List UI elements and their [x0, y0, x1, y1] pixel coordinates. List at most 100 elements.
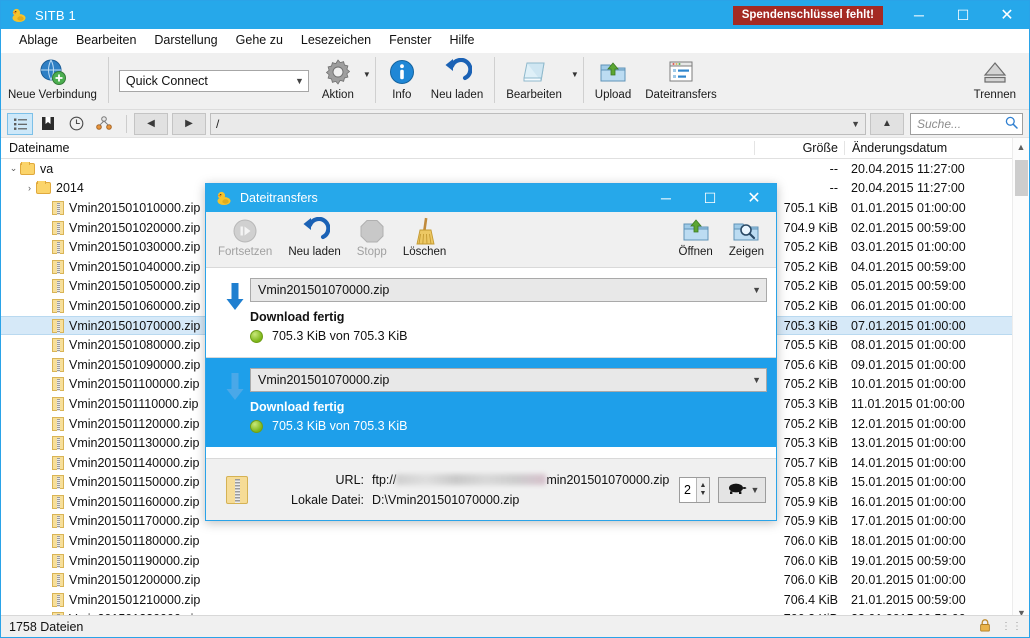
- resize-grip[interactable]: ⋮⋮: [1001, 621, 1023, 632]
- transfer-item[interactable]: Vmin201501070000.zip ▼ Download fertig 705.…: [206, 358, 776, 447]
- reload-label: Neu laden: [430, 89, 484, 101]
- zip-file-icon: [52, 338, 64, 353]
- transfer-status-label: Download fertig: [250, 400, 345, 414]
- column-header-name[interactable]: Dateiname: [1, 141, 754, 155]
- file-date-cell: 19.01.2015 00:59:00: [851, 553, 966, 568]
- column-header-size[interactable]: Größe: [754, 141, 844, 155]
- file-date-cell: 04.01.2015 00:59:00: [851, 259, 966, 274]
- detail-local-value: D:\Vmin201501070000.zip: [372, 492, 520, 507]
- connections-value: 2: [684, 482, 691, 497]
- transfers-minimize-button[interactable]: ─: [644, 184, 688, 212]
- edit-dropdown-arrow[interactable]: ▼: [571, 70, 579, 93]
- search-box[interactable]: Suche...: [910, 112, 1023, 135]
- reload-button[interactable]: Neu laden: [424, 53, 490, 109]
- path-field[interactable]: / ▼: [210, 112, 866, 135]
- scroll-up-arrow[interactable]: ▲: [1013, 138, 1029, 155]
- path-value: /: [216, 116, 220, 131]
- column-headers: Dateiname Größe Änderungsdatum: [1, 138, 1029, 159]
- transfers-label: Dateitransfers: [645, 89, 717, 101]
- back-button[interactable]: ◀: [134, 112, 168, 135]
- info-button[interactable]: Info: [380, 53, 424, 109]
- main-toolbar: Neue Verbindung Quick Connect ▼ Aktion ▼: [1, 53, 1029, 110]
- stepper-up-icon[interactable]: ▲: [700, 482, 707, 490]
- download-arrow-icon: [220, 278, 250, 357]
- detail-url-suffix: min201501070000.zip: [546, 472, 670, 487]
- action-dropdown-arrow[interactable]: ▼: [363, 70, 371, 93]
- disconnect-button[interactable]: Trennen: [967, 53, 1023, 109]
- file-size-cell: 706.4 KiB: [783, 592, 838, 607]
- transfers-reload-button[interactable]: Neu laden: [280, 212, 348, 258]
- transfers-button[interactable]: Dateitransfers: [638, 53, 724, 109]
- menu-hilfe[interactable]: Hilfe: [441, 31, 484, 50]
- file-date-cell: 11.01.2015 01:00:00: [851, 396, 965, 411]
- bandwidth-throttle-button[interactable]: ▼: [718, 476, 766, 503]
- resume-label: Fortsetzen: [218, 246, 273, 258]
- menu-darstellung[interactable]: Darstellung: [145, 31, 226, 50]
- scrollbar-thumb[interactable]: [1015, 160, 1028, 196]
- status-dot-icon: [250, 329, 263, 343]
- search-icon[interactable]: [1005, 116, 1018, 132]
- new-connection-button[interactable]: Neue Verbindung: [1, 53, 104, 109]
- column-header-date[interactable]: Änderungsdatum: [844, 141, 1012, 155]
- transfer-progress-label: 705.3 KiB von 705.3 KiB: [272, 329, 408, 343]
- detail-url-redacted: redacted: [396, 474, 547, 485]
- edit-button[interactable]: Bearbeiten: [499, 53, 569, 109]
- outline-view-icon[interactable]: [7, 112, 33, 135]
- table-row[interactable]: Vmin201501180000.zip 706.0 KiB 18.01.2015 …: [1, 531, 1029, 551]
- forward-button[interactable]: ▶: [172, 112, 206, 135]
- expand-toggle-icon[interactable]: ›: [23, 183, 36, 193]
- resume-button[interactable]: Fortsetzen: [210, 212, 280, 258]
- zip-file-icon: [52, 573, 64, 588]
- clear-button[interactable]: Löschen: [395, 212, 454, 258]
- donation-key-badge[interactable]: Spendenschlüssel fehlt!: [732, 5, 883, 25]
- transfers-close-button[interactable]: ✕: [732, 184, 776, 212]
- stepper-arrows[interactable]: ▲ ▼: [696, 477, 709, 502]
- menu-ablage[interactable]: Ablage: [10, 31, 67, 50]
- file-name-label: va: [40, 161, 54, 176]
- bookmarks-icon[interactable]: [35, 113, 61, 135]
- quick-connect-wrap: Quick Connect ▼: [113, 53, 315, 109]
- action-button[interactable]: Aktion: [315, 53, 361, 109]
- open-button[interactable]: Öffnen: [671, 212, 721, 258]
- reload-arrow-icon: [442, 56, 472, 88]
- table-row[interactable]: Vmin201501200000.zip 706.0 KiB 20.01.2015 …: [1, 570, 1029, 590]
- edit-label: Bearbeiten: [506, 89, 562, 101]
- chevron-down-icon[interactable]: ▼: [752, 375, 761, 385]
- minimize-button[interactable]: ─: [897, 1, 941, 29]
- parent-directory-button[interactable]: ▲: [870, 112, 904, 135]
- file-name-label: Vmin201501210000.zip: [69, 592, 201, 607]
- transfer-file-combo[interactable]: Vmin201501070000.zip ▼: [250, 368, 767, 392]
- zip-file-icon: [52, 494, 64, 509]
- quick-connect-input[interactable]: Quick Connect ▼: [118, 70, 309, 92]
- lock-icon[interactable]: [979, 618, 991, 635]
- detail-local-row: Lokale Datei: D:\Vmin201501070000.zip: [260, 490, 679, 510]
- maximize-button[interactable]: ☐: [941, 1, 985, 29]
- chevron-down-icon[interactable]: ▼: [752, 285, 761, 295]
- menu-bearbeiten[interactable]: Bearbeiten: [67, 31, 145, 50]
- detail-url-label: URL:: [335, 472, 364, 487]
- menu-lesezeichen[interactable]: Lesezeichen: [292, 31, 380, 50]
- connections-share-icon[interactable]: [91, 113, 117, 135]
- transfer-list[interactable]: Vmin201501070000.zip ▼ Download fertig 705.…: [206, 268, 776, 458]
- chevron-down-icon[interactable]: ▼: [295, 76, 304, 86]
- stop-button[interactable]: Stopp: [349, 212, 395, 258]
- table-row[interactable]: ⌄ va -- 20.04.2015 11:27:00: [1, 159, 1029, 179]
- menu-fenster[interactable]: Fenster: [380, 31, 440, 50]
- transfer-item[interactable]: Vmin201501070000.zip ▼ Download fertig 705.…: [206, 268, 776, 357]
- path-chevron-down-icon[interactable]: ▼: [851, 119, 860, 129]
- menu-gehe-zu[interactable]: Gehe zu: [227, 31, 292, 50]
- stepper-down-icon[interactable]: ▼: [700, 490, 707, 498]
- transfer-file-combo[interactable]: Vmin201501070000.zip ▼: [250, 278, 767, 302]
- table-row[interactable]: Vmin201501190000.zip 706.0 KiB 19.01.2015 …: [1, 551, 1029, 571]
- history-clock-icon[interactable]: [63, 113, 89, 135]
- connections-stepper[interactable]: 2 ▲ ▼: [679, 476, 710, 503]
- window-titlebar: SITB 1 Spendenschlüssel fehlt! ─ ☐ ✕: [1, 1, 1029, 29]
- file-list-scrollbar[interactable]: ▲ ▼: [1012, 138, 1029, 621]
- upload-button[interactable]: Upload: [588, 53, 638, 109]
- show-button[interactable]: Zeigen: [721, 212, 772, 258]
- close-button[interactable]: ✕: [985, 1, 1029, 29]
- transfers-maximize-button[interactable]: ☐: [688, 184, 732, 212]
- throttle-chevron-down-icon[interactable]: ▼: [751, 485, 760, 495]
- expand-toggle-icon[interactable]: ⌄: [7, 163, 20, 174]
- table-row[interactable]: Vmin201501210000.zip 706.4 KiB 21.01.2015 …: [1, 590, 1029, 610]
